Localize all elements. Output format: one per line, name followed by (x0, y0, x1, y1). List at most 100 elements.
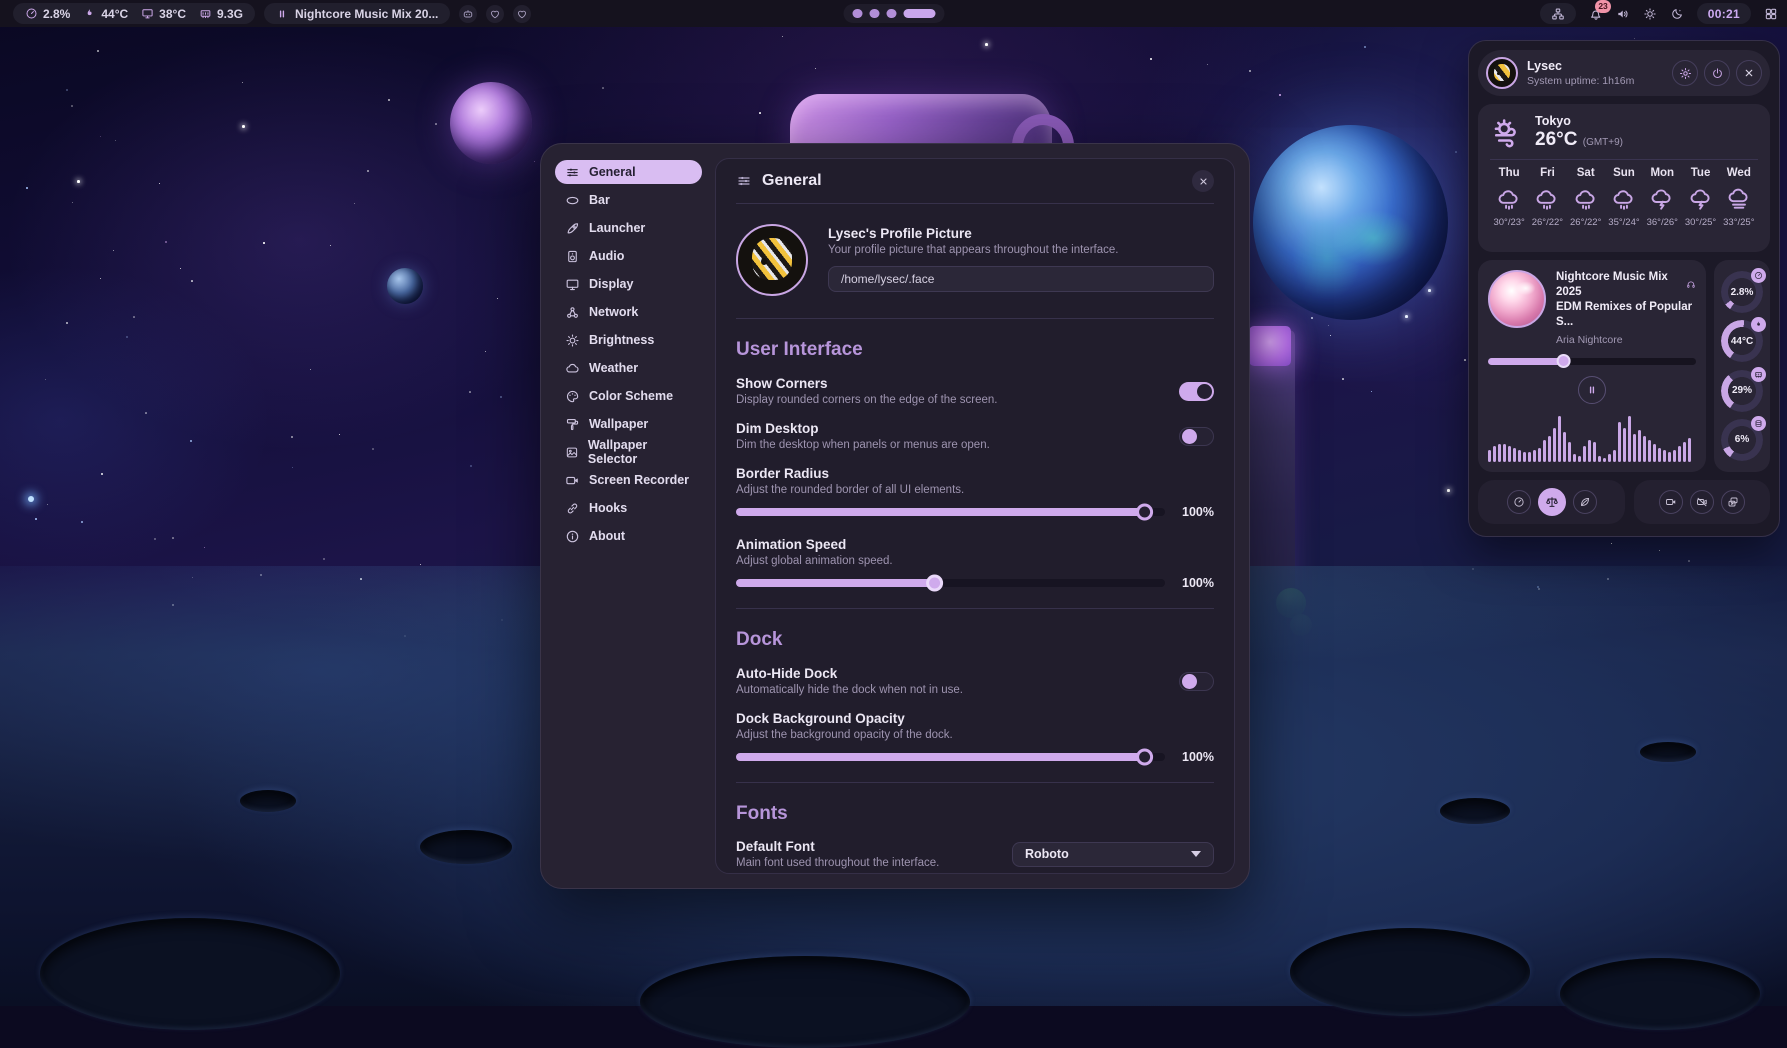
media-top: Nightcore Music Mix 2025 EDM Remixes of … (1488, 270, 1696, 346)
gear-icon (1679, 67, 1692, 80)
power-button[interactable] (1704, 60, 1730, 86)
visualizer-bar (1623, 428, 1626, 462)
sun-wind-icon (1490, 116, 1524, 150)
cpu-usage-gauge: 2.8% (1721, 271, 1763, 313)
volume-icon[interactable] (1616, 7, 1630, 21)
visualizer-bar (1688, 438, 1691, 462)
sidebar-item-general[interactable]: General (555, 160, 702, 184)
forecast-day-label: Mon (1643, 167, 1681, 179)
slider-knob[interactable] (926, 575, 943, 592)
dim-desktop-toggle[interactable] (1179, 427, 1214, 446)
sidebar-item-audio[interactable]: Audio (555, 244, 702, 268)
sidebar-item-about[interactable]: About (555, 524, 702, 548)
forecast-day-label: Wed (1720, 167, 1758, 179)
disk-icon (1751, 416, 1766, 431)
clock[interactable]: 00:21 (1697, 3, 1751, 24)
divider (1490, 159, 1758, 160)
section-heading-fonts: Fonts (736, 803, 1214, 825)
divider (736, 608, 1214, 609)
setting-title: Animation Speed (736, 537, 1214, 552)
balanced-profile-button[interactable] (1538, 488, 1566, 516)
close-panel-button[interactable] (1736, 60, 1762, 86)
cpu-temp-value: 44°C (101, 7, 128, 21)
network-button[interactable] (1540, 3, 1576, 24)
sidebar-item-display[interactable]: Display (555, 272, 702, 296)
sidebar-item-bar[interactable]: Bar (555, 188, 702, 212)
notifications-button[interactable]: 23 (1589, 7, 1603, 21)
record-screen-button[interactable] (1659, 490, 1683, 514)
sidebar-item-launcher[interactable]: Launcher (555, 216, 702, 240)
media-progress-slider[interactable] (1488, 358, 1696, 365)
visualizer-bar (1653, 444, 1656, 462)
sidebar-item-network[interactable]: Network (555, 300, 702, 324)
auto-hide-dock-toggle[interactable] (1179, 672, 1214, 691)
user-card: Lysec System uptime: 1h16m (1478, 50, 1770, 96)
sidebar-item-color-scheme[interactable]: Color Scheme (555, 384, 702, 408)
power-profile-group (1478, 480, 1625, 524)
setting-dim-desktop: Dim Desktop Dim the desktop when panels … (736, 421, 1214, 451)
setting-title: Auto-Hide Dock (736, 666, 963, 681)
avatar[interactable] (736, 224, 808, 296)
forecast-temps: 36°/26° (1643, 217, 1681, 228)
camera-off-button[interactable] (1690, 490, 1714, 514)
palette-icon (565, 389, 580, 404)
close-icon (1743, 67, 1755, 79)
visualizer-bar (1498, 444, 1501, 462)
media-title: Nightcore Music Mix 20... (295, 7, 438, 21)
dropdown-value: Roboto (1025, 847, 1069, 861)
sidebar-item-brightness[interactable]: Brightness (555, 328, 702, 352)
sidebar-item-wallpaper[interactable]: Wallpaper (555, 412, 702, 436)
pause-button[interactable] (1578, 376, 1606, 404)
workspace-dot[interactable] (886, 9, 896, 18)
slider-value: 100% (1178, 576, 1214, 590)
brightness-icon[interactable] (1643, 7, 1657, 21)
media-pill[interactable]: Nightcore Music Mix 20... (264, 3, 450, 24)
dock-opacity-slider[interactable] (736, 753, 1165, 761)
visualizer-bar (1523, 452, 1526, 462)
setting-animation-speed: Animation Speed Adjust global animation … (736, 537, 1214, 590)
setting-texts: Auto-Hide Dock Automatically hide the do… (736, 666, 963, 696)
slider-knob[interactable] (1136, 749, 1153, 766)
workspace-dot[interactable] (852, 9, 862, 18)
border-radius-slider[interactable] (736, 508, 1165, 516)
performance-profile-button[interactable] (1507, 490, 1531, 514)
screenshare-icon (1727, 496, 1739, 508)
sliders-icon (736, 173, 752, 189)
workspace-dot[interactable] (869, 9, 879, 18)
visualizer-bar (1643, 436, 1646, 462)
media-artist: Aria Nightcore (1556, 334, 1696, 346)
workspace-dot[interactable] (903, 9, 935, 18)
animation-speed-slider[interactable] (736, 579, 1165, 587)
powersave-profile-button[interactable] (1573, 490, 1597, 514)
sidebar-label: Screen Recorder (589, 473, 689, 487)
progress-knob[interactable] (1557, 354, 1571, 368)
overview-grid-icon[interactable] (1764, 7, 1778, 21)
favorite-button[interactable] (486, 5, 504, 23)
bot-button[interactable] (459, 5, 477, 23)
bright-star (28, 496, 34, 502)
sidebar-item-hooks[interactable]: Hooks (555, 496, 702, 520)
workspace-indicator[interactable] (843, 4, 944, 23)
visualizer-bar (1548, 436, 1551, 462)
crater (1560, 958, 1760, 1030)
crater (40, 918, 340, 1030)
night-light-icon[interactable] (1670, 7, 1684, 21)
screenshare-button[interactable] (1721, 490, 1745, 514)
sidebar-label: General (589, 165, 636, 179)
slider-knob[interactable] (1136, 504, 1153, 521)
profile-path-input[interactable] (828, 266, 1214, 292)
default-font-dropdown[interactable]: Roboto (1012, 842, 1214, 867)
sidebar-item-weather[interactable]: Weather (555, 356, 702, 380)
heart-icon (516, 8, 528, 20)
top-bar: 2.8% 44°C 38°C 9.3G Nightcore Music Mix … (0, 0, 1787, 27)
forecast-temps: 35°/24° (1605, 217, 1643, 228)
gauge-icon (25, 7, 38, 20)
sidebar-item-screen-recorder[interactable]: Screen Recorder (555, 468, 702, 492)
favorite-button-2[interactable] (513, 5, 531, 23)
visualizer-bar (1488, 450, 1491, 462)
close-button[interactable] (1192, 170, 1214, 192)
show-corners-toggle[interactable] (1179, 382, 1214, 401)
settings-button[interactable] (1672, 60, 1698, 86)
sidebar-item-wallpaper-selector[interactable]: Wallpaper Selector (555, 440, 702, 464)
visualizer-bar (1638, 430, 1641, 462)
